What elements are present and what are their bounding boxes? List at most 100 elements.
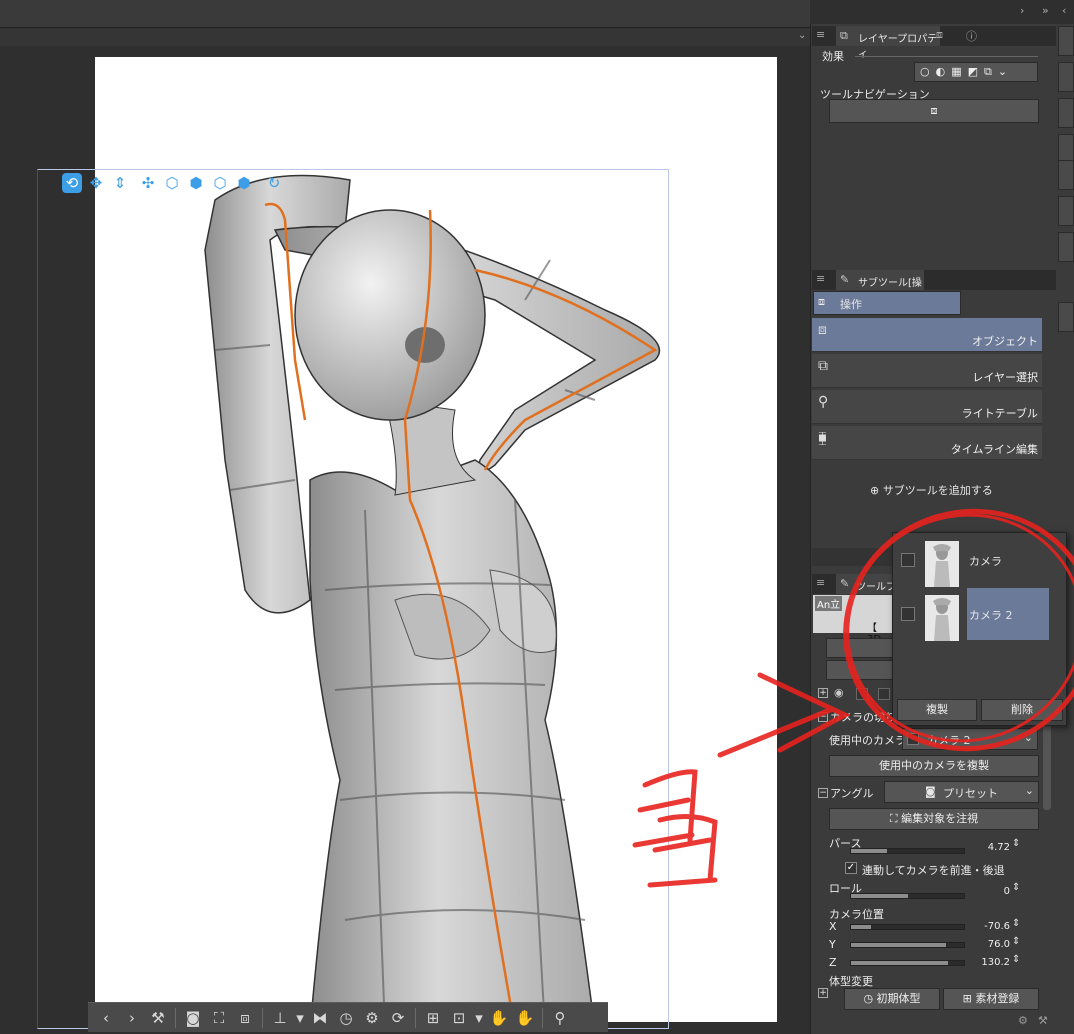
lock-joint-icon[interactable]: ⚲ [548, 1006, 572, 1030]
fit-view-icon[interactable]: ⛶ [207, 1006, 231, 1030]
divider [175, 1007, 176, 1028]
side-panel-button[interactable] [1058, 62, 1074, 92]
canvas-tab-strip: ⌄ [0, 28, 810, 46]
divider [415, 1007, 416, 1028]
chevron-left-icon[interactable]: ‹ [1062, 4, 1066, 17]
camera-pan-icon[interactable]: ✥ [86, 173, 106, 193]
subtool-item-timeline[interactable]: ⧯ タイムライン編集 [812, 426, 1042, 460]
tone-icon[interactable]: ◐ [936, 65, 946, 79]
pose-icon[interactable]: ⚙ [360, 1006, 384, 1030]
z-label: Z [829, 956, 837, 969]
prev-icon[interactable]: ‹ [94, 1006, 118, 1030]
body-shape-label: 体型変更 [829, 975, 873, 988]
subtool-label: レイヤー選択 [972, 371, 1038, 384]
add-subtool-button[interactable]: ⊕ サブツールを追加する [870, 482, 993, 498]
x-label: X [829, 920, 837, 933]
double-chevron-icon[interactable]: » [1042, 4, 1049, 17]
spinner-icon[interactable]: ⇕ [1012, 936, 1020, 947]
settings-icon[interactable]: ⚙ [1018, 1014, 1028, 1027]
subtool-item-light-table[interactable]: ⚲ ライトテーブル [812, 390, 1042, 424]
divider [542, 1007, 543, 1028]
layer-property-icon: ⧉ [840, 29, 848, 42]
circle-icon[interactable]: ○ [920, 65, 930, 79]
chevron-down-icon[interactable]: ⌄ [798, 30, 806, 41]
camera-dolly-icon[interactable]: ⇕ [110, 173, 130, 193]
register-icon: ⊞ [962, 992, 972, 1005]
info-icon[interactable]: ⓘ [966, 28, 977, 44]
wrench-icon[interactable]: ⚒ [146, 1006, 170, 1030]
rotate-object-icon[interactable]: ⬡ [162, 173, 182, 193]
object-list-icon[interactable]: ⧈ [233, 1006, 257, 1030]
side-panel-button[interactable] [1058, 26, 1074, 56]
register-material-label: 素材登録 [975, 992, 1020, 1005]
subtool-group-button[interactable]: ⧈ 操作 [813, 291, 961, 315]
body-pose-icon[interactable]: ⊡ [447, 1006, 471, 1030]
right-hand-icon[interactable]: ✋ [513, 1006, 537, 1030]
pen-icon: ✎ [840, 273, 850, 286]
dropdown-icon[interactable]: ▾ [473, 1006, 485, 1030]
camera-rotate-icon[interactable]: ⟲ [62, 173, 82, 193]
plus-circle-icon: ⊕ [870, 484, 880, 497]
register-icon[interactable]: ⊞ [421, 1006, 445, 1030]
z-slider[interactable] [850, 960, 965, 966]
divider [262, 1007, 263, 1028]
initial-body-button[interactable]: ◷ 初期体型 [844, 988, 940, 1010]
subtool-label: タイムライン編集 [950, 443, 1038, 456]
object-tool-nav-button[interactable]: ⧈ [829, 99, 1039, 123]
dock-top-strip: › » ‹ [810, 0, 1074, 24]
register-material-button[interactable]: ⊞ 素材登録 [943, 988, 1039, 1010]
layer-color-icon[interactable]: ⧉ [984, 65, 992, 79]
subtool-label: ライトテーブル [961, 407, 1038, 420]
spinner-icon[interactable]: ⇕ [1012, 954, 1020, 965]
subtool-header: ≡ ✎ サブツール[操作] [812, 270, 1056, 304]
subtool-item-layer-select[interactable]: ⧉ レイヤー選択 [812, 354, 1042, 388]
tab-subtool[interactable]: ✎ サブツール[操作] [836, 270, 924, 304]
y-slider[interactable] [850, 942, 965, 948]
reset-rotation-icon[interactable]: ↻ [264, 173, 284, 193]
initial-body-label: 初期体型 [876, 992, 921, 1005]
camera-preset-icon[interactable]: ◙ [181, 1006, 205, 1030]
rotate-x-icon[interactable]: ⬢ [186, 173, 206, 193]
slider-fill [851, 925, 872, 929]
move-object-icon[interactable]: ✣ [138, 173, 158, 193]
checker-icon[interactable]: ▦ [951, 65, 961, 79]
light-table-icon: ⚲ [818, 394, 829, 410]
chevron-down-icon[interactable]: ⌄ [998, 65, 1007, 79]
divider [855, 56, 1038, 57]
layer-select-icon: ⧉ [818, 358, 828, 374]
x-value: -70.6 [984, 921, 1010, 932]
side-panel-button[interactable] [1058, 160, 1074, 190]
ground-icon[interactable]: ⊥ [268, 1006, 292, 1030]
next-icon[interactable]: › [120, 1006, 144, 1030]
side-panel-button[interactable] [1058, 302, 1074, 332]
x-slider[interactable] [850, 924, 965, 930]
dropdown-icon[interactable]: ▾ [294, 1006, 306, 1030]
rotate-reset-icon[interactable]: ◷ [334, 1006, 358, 1030]
object-launcher-bar: ‹ › ⚒ ◙ ⛶ ⧈ ⊥ ▾ ⧓ ◷ ⚙ ⟳ ⊞ ⊡ ▾ ✋ ✋ ⚲ [88, 1002, 608, 1032]
subtool-item-object[interactable]: ⧈ オブジェクト [812, 318, 1042, 352]
menu-bar [0, 0, 810, 28]
wrench-icon[interactable]: ⚒ [1038, 1014, 1048, 1027]
expand-icon[interactable]: + [818, 988, 828, 998]
menu-icon[interactable]: ≡ [816, 28, 825, 41]
spinner-icon[interactable]: ⇕ [1012, 918, 1020, 929]
tab-layer-property[interactable]: ⧉ レイヤープロパティ [836, 26, 940, 60]
camera-position-label: カメラ位置 [829, 908, 884, 921]
group-label: 操作 [840, 298, 862, 311]
rotate-z-icon[interactable]: ⬢ [234, 173, 254, 193]
chevron-right-icon[interactable]: › [1020, 4, 1024, 17]
tab-icon[interactable]: ⧈ [936, 28, 943, 42]
side-panel-button[interactable] [1058, 196, 1074, 226]
slider-fill [851, 943, 946, 947]
timeline-icon: ⧯ [818, 430, 827, 446]
refresh-icon[interactable]: ⟳ [386, 1006, 410, 1030]
flip-icon[interactable]: ⧓ [308, 1006, 332, 1030]
add-subtool-label: サブツールを追加する [882, 484, 993, 497]
gradient-icon[interactable]: ◩ [968, 65, 978, 79]
rotate-y-icon[interactable]: ⬡ [210, 173, 230, 193]
side-panel-button[interactable] [1058, 232, 1074, 262]
menu-icon[interactable]: ≡ [816, 272, 825, 285]
z-value: 130.2 [981, 957, 1010, 968]
side-panel-button[interactable] [1058, 98, 1074, 128]
left-hand-icon[interactable]: ✋ [487, 1006, 511, 1030]
